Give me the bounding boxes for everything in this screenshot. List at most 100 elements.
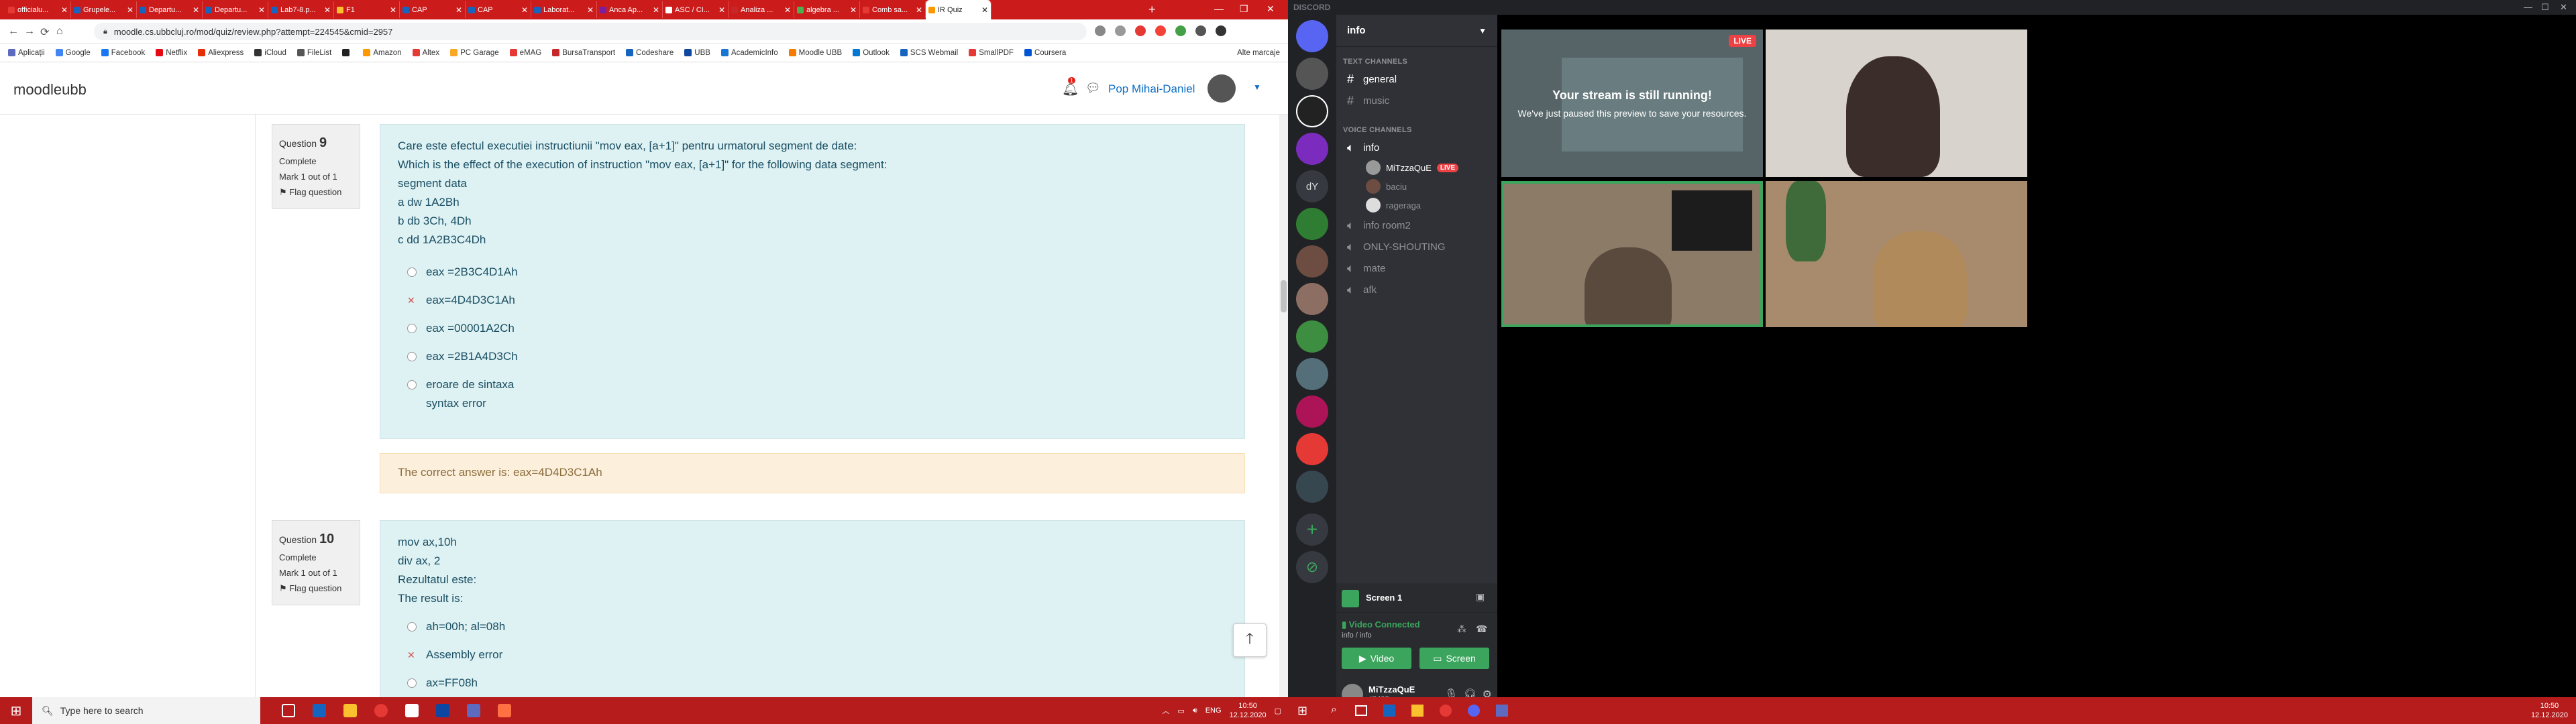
voice-channel[interactable]: 🔈︎ afk	[1342, 279, 1492, 300]
maximize-button[interactable]: ❐	[1240, 3, 1248, 15]
windows-start-icon[interactable]: ⊞	[1297, 704, 1307, 718]
screen-settings-icon[interactable]: ▣	[1476, 591, 1485, 603]
chevron-down-icon[interactable]: ▼	[1253, 82, 1261, 92]
profile-icon[interactable]	[1216, 25, 1226, 36]
close-tab-icon[interactable]: ✕	[324, 5, 331, 15]
server-icon[interactable]	[1296, 471, 1328, 503]
bookmark-item[interactable]: Altex	[412, 49, 439, 57]
answer-option[interactable]: eax =00001A2Ch	[407, 319, 1227, 338]
close-tab-icon[interactable]: ✕	[193, 5, 199, 15]
voice-user[interactable]: baciu	[1366, 177, 1497, 196]
close-tab-icon[interactable]: ✕	[587, 5, 594, 15]
close-tab-icon[interactable]: ✕	[653, 5, 659, 15]
reload-icon[interactable]: ⟳	[40, 25, 49, 39]
answer-option[interactable]: eax =2B3C4D1Ah	[407, 263, 1227, 282]
close-tab-icon[interactable]: ✕	[784, 5, 791, 15]
back-to-top-button[interactable]: 🡑	[1233, 623, 1267, 657]
browser-tab[interactable]: officialu... ✕	[5, 1, 71, 18]
page-scrollbar[interactable]	[1279, 115, 1288, 709]
browser-tab[interactable]: Grupele... ✕	[71, 1, 137, 18]
mail-app-icon[interactable]	[1383, 705, 1395, 717]
task-view-icon[interactable]	[282, 704, 295, 717]
bookmark-item[interactable]: Outlook	[853, 49, 890, 57]
close-window-button[interactable]: ✕	[2560, 2, 2567, 13]
new-tab-button[interactable]: +	[1148, 3, 1156, 17]
browser-tab[interactable]: Analiza ... ✕	[729, 1, 794, 18]
bookmark-item[interactable]: Aliexpress	[198, 49, 244, 57]
language-indicator[interactable]: ENG	[1205, 707, 1222, 715]
close-window-button[interactable]: ✕	[1267, 3, 1275, 15]
answer-option[interactable]: ✕ eax=4D4D3C1Ah	[407, 291, 1227, 310]
voice-user[interactable]: rageraga	[1366, 196, 1497, 215]
radio-button[interactable]	[407, 622, 417, 631]
answer-option[interactable]: ah=00h; al=08h	[407, 617, 1227, 636]
server-icon[interactable]	[1296, 95, 1328, 127]
browser-tab[interactable]: Laborat... ✕	[531, 1, 597, 18]
browser-tab[interactable]: Lab7-8.p... ✕	[268, 1, 334, 18]
close-tab-icon[interactable]: ✕	[521, 5, 528, 15]
minimize-button[interactable]: —	[1214, 3, 1224, 14]
other-bookmarks[interactable]: Alte marcaje	[1237, 49, 1280, 57]
explore-icon[interactable]: ⊘	[1296, 551, 1328, 583]
browser-tab[interactable]: Departu... ✕	[137, 1, 203, 18]
url-field[interactable]: 🔒︎ moodle.cs.ubbcluj.ro/mod/quiz/review.…	[94, 23, 1087, 40]
bookmark-item[interactable]: SCS Webmail	[900, 49, 958, 57]
close-tab-icon[interactable]: ✕	[916, 5, 922, 15]
server-icon[interactable]	[1296, 433, 1328, 465]
bookmark-item[interactable]: Codeshare	[626, 49, 674, 57]
server-icon[interactable]	[1296, 208, 1328, 240]
star-icon[interactable]	[1115, 25, 1126, 36]
voice-user[interactable]: MiTzzaQuE LIVE	[1366, 158, 1497, 177]
browser-tab[interactable]: IR Quiz ✕	[926, 0, 991, 19]
answer-option[interactable]: eax =2B1A4D3Ch	[407, 347, 1227, 366]
outlook-icon[interactable]	[436, 704, 449, 717]
extension-shield-icon[interactable]	[1155, 25, 1166, 36]
voice-channel[interactable]: 🔈︎ info room2	[1342, 215, 1492, 236]
video-button[interactable]: ▶ Video	[1342, 648, 1411, 669]
bookmark-item[interactable]: Google	[55, 49, 91, 57]
radio-button[interactable]	[407, 267, 417, 277]
search-icon[interactable]: ⌕	[1331, 704, 1337, 716]
bookmark-item[interactable]: iCloud	[254, 49, 286, 57]
webcam-tile[interactable]	[1766, 181, 2027, 327]
close-tab-icon[interactable]: ✕	[258, 5, 265, 15]
close-tab-icon[interactable]: ✕	[850, 5, 857, 15]
user-name[interactable]: Pop Mihai-Daniel	[1108, 82, 1195, 96]
close-tab-icon[interactable]: ✕	[455, 5, 462, 15]
browser-tab[interactable]: Comb sa... ✕	[860, 1, 926, 18]
bookmark-item[interactable]: SmallPDF	[969, 49, 1014, 57]
bookmark-item[interactable]: Aplicații	[8, 49, 45, 57]
extension-green-icon[interactable]	[1175, 25, 1186, 36]
radio-button[interactable]	[407, 678, 417, 688]
chat-bubble-icon[interactable]: 💬︎	[1085, 81, 1101, 95]
notification-icon[interactable]: ▢	[1275, 707, 1281, 715]
radio-button[interactable]	[407, 380, 417, 389]
server-header[interactable]: info ▼	[1336, 15, 1497, 47]
task-view-icon[interactable]	[1355, 705, 1367, 716]
chevron-up-icon[interactable]: ︿	[1162, 705, 1169, 716]
extension-red-icon[interactable]	[1135, 25, 1146, 36]
bookmark-item[interactable]: Moodle UBB	[788, 49, 842, 57]
flag-question-link[interactable]: ⚑ Flag question	[279, 583, 353, 594]
chrome-icon[interactable]	[1440, 705, 1452, 717]
minimize-button[interactable]: —	[2524, 2, 2532, 12]
close-tab-icon[interactable]: ✕	[127, 5, 133, 15]
close-tab-icon[interactable]: ✕	[390, 5, 396, 15]
bookmark-item[interactable]: BursaTransport	[552, 49, 615, 57]
volume-icon[interactable]: 🔊︎	[1193, 707, 1197, 715]
bookmark-item[interactable]: AcademicInfo	[720, 49, 778, 57]
maximize-button[interactable]: ☐	[2541, 2, 2549, 13]
radio-button[interactable]	[407, 352, 417, 361]
answer-option[interactable]: ✕ Assembly error	[407, 646, 1227, 664]
extension-puzzle-icon[interactable]	[1195, 25, 1206, 36]
bookmark-item[interactable]: eMAG	[509, 49, 541, 57]
webcam-tile[interactable]	[1766, 29, 2027, 177]
folder-icon[interactable]	[343, 704, 357, 717]
teams-icon[interactable]	[1496, 705, 1508, 717]
user-avatar[interactable]	[1208, 74, 1236, 103]
server-icon[interactable]	[1296, 58, 1328, 90]
server-icon[interactable]	[1296, 283, 1328, 315]
disconnect-icon[interactable]: ☎︎	[1476, 623, 1487, 635]
bookmark-item[interactable]	[342, 49, 352, 56]
close-tab-icon[interactable]: ✕	[718, 5, 725, 15]
